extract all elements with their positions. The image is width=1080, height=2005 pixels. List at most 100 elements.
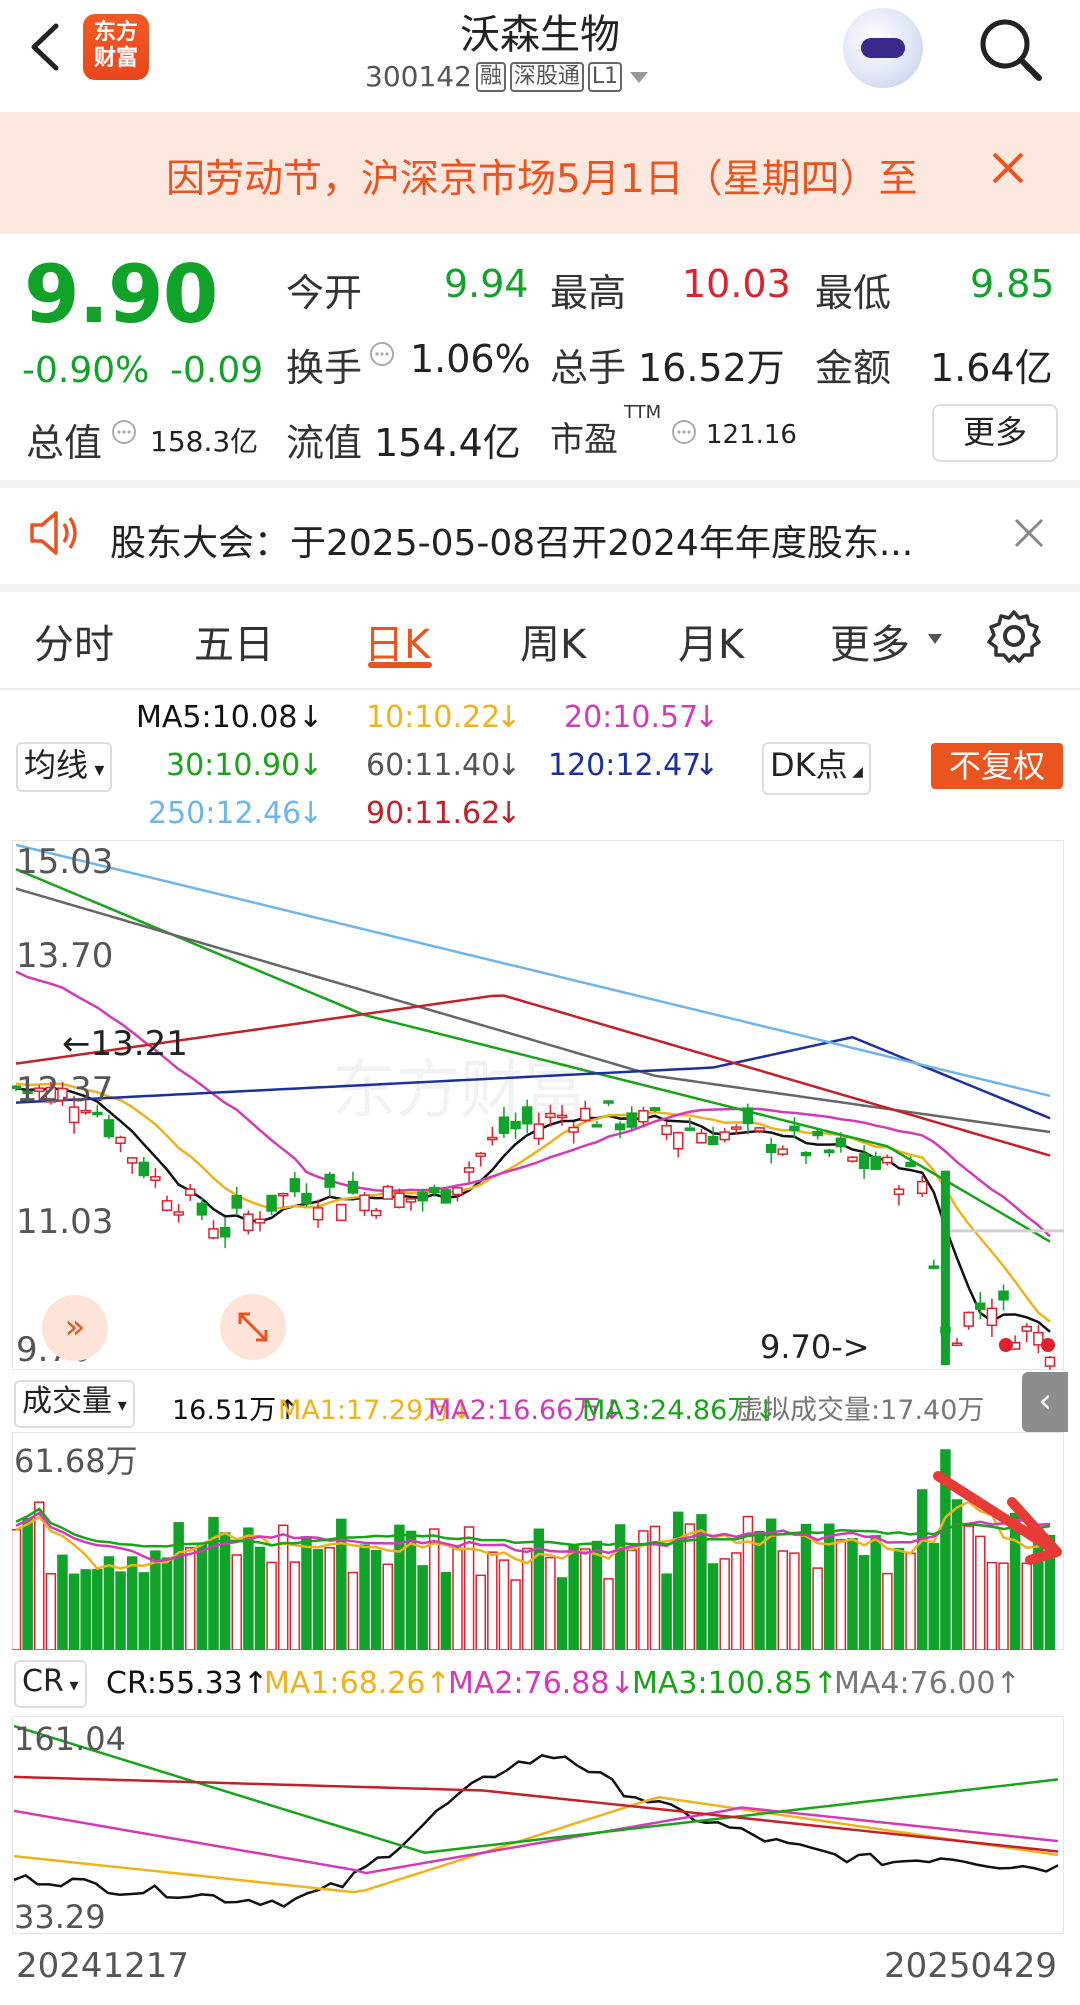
gear-icon[interactable] — [986, 608, 1042, 664]
more-quote-button[interactable]: 更多 — [932, 404, 1058, 462]
y-label-top: 15.03 — [16, 842, 114, 882]
volume-bar — [835, 1539, 847, 1650]
info-dots-icon[interactable] — [368, 340, 396, 368]
tag-margin: 融 — [475, 61, 506, 92]
volume-selector[interactable]: 成交量 ▾ — [14, 1380, 135, 1428]
y-label-4: 11.03 — [16, 1202, 114, 1242]
notice-banner[interactable]: 因劳动节，沪深京市场5月1日（星期四）至 — [0, 112, 1080, 234]
candle — [382, 1185, 394, 1200]
volume-bar — [185, 1547, 196, 1650]
stock-code-row[interactable]: 300142 融 深股通 L1 — [365, 60, 652, 93]
volume-bar — [266, 1561, 277, 1650]
volume-bar — [545, 1556, 556, 1650]
candle — [661, 1125, 672, 1136]
ma5-arrow: ↓ — [298, 700, 324, 735]
dk-point-selector[interactable]: DK点 ◢ — [762, 742, 871, 795]
collapse-side-button[interactable]: ‹ — [1022, 1372, 1068, 1432]
volume-value-text: 16.51万 — [172, 1395, 277, 1426]
section-separator — [0, 584, 1080, 592]
volume-bar — [986, 1561, 998, 1650]
cr-y-min: 33.29 — [14, 1898, 106, 1936]
volume-bar — [719, 1558, 730, 1650]
volume-bar — [382, 1563, 394, 1650]
candle — [219, 1226, 231, 1238]
volume-bar — [452, 1547, 463, 1650]
info-dots-icon[interactable] — [110, 418, 138, 446]
tab-five-day[interactable]: 五日 — [194, 612, 274, 670]
announcement-text[interactable]: 股东大会：于2025-05-08召开2024年年度股东... — [110, 514, 913, 566]
candle — [963, 1311, 974, 1327]
expand-panel-button[interactable]: » — [42, 1295, 108, 1361]
close-icon[interactable] — [990, 150, 1026, 186]
tab-intraday[interactable]: 分时 — [34, 612, 114, 670]
ma-selector[interactable]: 均线 ▾ — [16, 742, 113, 792]
volume-bar — [684, 1523, 696, 1650]
candle — [603, 1100, 614, 1104]
volume-bar — [173, 1522, 184, 1650]
volume-bar — [580, 1548, 591, 1650]
close-icon[interactable] — [1012, 516, 1046, 550]
cr-chart[interactable] — [12, 1716, 1064, 1934]
mktcap-value: 158.3亿 — [150, 425, 259, 458]
ma60-arrow: ↓ — [496, 748, 522, 783]
volume-bar — [161, 1557, 173, 1650]
candle — [173, 1211, 184, 1216]
candle — [487, 1136, 498, 1141]
volume-bar — [359, 1544, 370, 1650]
change-pct: -0.90% — [22, 350, 150, 391]
volume-bar — [103, 1556, 115, 1650]
amount-label: 金额 — [815, 346, 892, 390]
volume-bar — [893, 1547, 905, 1650]
candle — [394, 1192, 405, 1208]
volume-bar — [661, 1573, 672, 1650]
turnover-label: 换手 — [286, 346, 363, 390]
candle — [905, 1161, 916, 1168]
candle — [928, 1265, 940, 1269]
candle — [405, 1198, 417, 1203]
candle — [835, 1137, 847, 1148]
tab-monthly-k[interactable]: 月K — [678, 612, 744, 670]
float-label: 流值 — [286, 421, 363, 465]
candle — [243, 1213, 254, 1232]
volume-bar — [12, 1528, 22, 1650]
candle — [196, 1202, 208, 1216]
volume-bar — [638, 1530, 649, 1650]
candle — [591, 1124, 603, 1128]
low-label: 最低 — [815, 271, 892, 315]
max-price-value: 13.21 — [90, 1024, 188, 1064]
candle-big-drop — [940, 1170, 950, 1366]
candle — [707, 1135, 719, 1146]
tab-more[interactable]: 更多 — [830, 612, 910, 670]
cr-ma1: MA1:68.26↑ — [264, 1666, 451, 1701]
candle — [545, 1112, 556, 1119]
candle — [893, 1188, 905, 1195]
notice-text: 因劳动节，沪深京市场5月1日（星期四）至 — [166, 157, 918, 202]
indicator-selector[interactable]: CR ▾ — [14, 1660, 87, 1708]
volume-chart[interactable] — [12, 1432, 1064, 1650]
search-icon[interactable] — [975, 14, 1045, 84]
y-label-2: 13.70 — [16, 936, 114, 976]
candle — [103, 1119, 115, 1138]
info-dots-icon[interactable] — [670, 418, 698, 446]
volume-ma1-text: MA1:17.29万 — [278, 1395, 451, 1426]
candle — [882, 1156, 893, 1164]
volume-bar — [405, 1530, 417, 1650]
volume-bar — [603, 1578, 614, 1650]
volume-bar — [975, 1535, 986, 1650]
candle — [208, 1228, 219, 1239]
candle — [847, 1156, 858, 1162]
volume-y-max: 61.68万 — [14, 1442, 138, 1480]
cr-ma2-text: MA2:76.88 — [448, 1666, 610, 1701]
kline-chart[interactable]: 东方财富 — [12, 840, 1064, 1370]
cr-value: CR:55.33↑ — [106, 1666, 269, 1701]
adjust-type-button[interactable]: 不复权 — [931, 743, 1063, 789]
volume-bar — [754, 1530, 765, 1650]
fullscreen-icon[interactable] — [220, 1294, 286, 1360]
tab-weekly-k[interactable]: 周K — [520, 612, 586, 670]
volume-bar — [428, 1528, 440, 1650]
assistant-robot-icon[interactable] — [843, 8, 923, 88]
candle — [440, 1189, 452, 1204]
ma10-arrow: ↓ — [496, 700, 522, 735]
candle — [231, 1194, 242, 1209]
candle — [254, 1218, 266, 1224]
